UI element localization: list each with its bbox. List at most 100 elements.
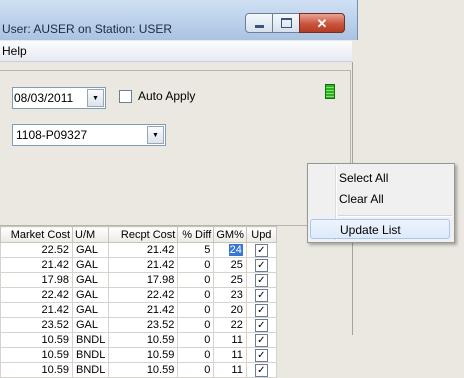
window-title: User: AUSER on Station: USER	[2, 22, 173, 36]
minimize-button[interactable]	[245, 13, 273, 33]
um-cell[interactable]: BNDL	[71, 362, 110, 378]
maximize-button[interactable]	[272, 13, 300, 33]
maximize-icon	[280, 18, 292, 28]
recpt-cost-cell[interactable]: 21.42	[108, 257, 179, 273]
pct-diff-cell[interactable]: 0	[177, 257, 215, 273]
col-market-cost[interactable]: Market Cost	[0, 226, 73, 243]
chevron-down-icon[interactable]: ▼	[87, 89, 104, 107]
gm-cell[interactable]: 25	[213, 257, 247, 273]
upd-cell[interactable]: ✓	[245, 347, 277, 363]
pct-diff-cell[interactable]: 0	[177, 287, 215, 303]
auto-apply-checkbox[interactable]: Auto Apply	[119, 89, 195, 103]
upd-cell[interactable]: ✓	[245, 287, 277, 303]
update-checkbox[interactable]: ✓	[254, 274, 268, 287]
upd-cell[interactable]: ✓	[245, 362, 277, 378]
menu-item-clear-all[interactable]: Clear All	[310, 189, 450, 209]
filter-group: 08/03/2011 ▼ Auto Apply 1108-P09327 ▼	[0, 70, 351, 226]
update-checkbox[interactable]: ✓	[254, 304, 268, 317]
table-row[interactable]: 10.59 BNDL 10.59 0 11 ✓	[0, 362, 277, 378]
caption-buttons: ✕	[245, 13, 345, 33]
market-cost-cell[interactable]: 10.59	[0, 362, 73, 378]
upd-cell[interactable]: ✓	[245, 302, 277, 318]
recpt-cost-cell[interactable]: 10.59	[108, 362, 179, 378]
gm-cell[interactable]: 20	[213, 302, 247, 318]
upd-cell[interactable]: ✓	[245, 242, 277, 258]
col-gm[interactable]: GM%	[213, 226, 247, 243]
col-um[interactable]: U/M	[71, 226, 110, 243]
context-menu: Select All Clear All Update List	[307, 163, 455, 243]
date-picker[interactable]: 08/03/2011 ▼	[12, 87, 106, 109]
receipt-grid: Market Cost U/M Recpt Cost % Diff GM% Up…	[0, 226, 277, 378]
grid-header-row: Market Cost U/M Recpt Cost % Diff GM% Up…	[0, 226, 277, 243]
menu-help[interactable]: Help	[2, 44, 27, 58]
update-checkbox[interactable]: ✓	[254, 289, 268, 302]
gm-cell[interactable]: 11	[213, 362, 247, 378]
close-icon: ✕	[316, 15, 328, 31]
pct-diff-cell[interactable]: 0	[177, 347, 215, 363]
table-row[interactable]: 17.98 GAL 17.98 0 25 ✓	[0, 272, 277, 288]
col-upd[interactable]: Upd	[245, 226, 277, 243]
um-cell[interactable]: GAL	[71, 257, 110, 273]
recpt-cost-cell[interactable]: 10.59	[108, 347, 179, 363]
um-cell[interactable]: GAL	[71, 287, 110, 303]
table-row[interactable]: 22.42 GAL 22.42 0 23 ✓	[0, 287, 277, 303]
um-cell[interactable]: GAL	[71, 272, 110, 288]
um-cell[interactable]: GAL	[71, 302, 110, 318]
update-checkbox[interactable]: ✓	[254, 349, 268, 362]
update-checkbox[interactable]: ✓	[254, 334, 268, 347]
auto-apply-box[interactable]	[119, 89, 132, 103]
date-value: 08/03/2011	[14, 91, 74, 105]
recpt-cost-cell[interactable]: 22.42	[108, 287, 179, 303]
market-cost-cell[interactable]: 17.98	[0, 272, 73, 288]
menu-item-update-list[interactable]: Update List	[310, 219, 450, 239]
gm-cell[interactable]: 24	[213, 242, 247, 258]
table-row[interactable]: 23.52 GAL 23.52 0 22 ✓	[0, 317, 277, 333]
market-cost-cell[interactable]: 23.52	[0, 317, 73, 333]
pct-diff-cell[interactable]: 0	[177, 362, 215, 378]
recpt-cost-cell[interactable]: 23.52	[108, 317, 179, 333]
menu-item-select-all[interactable]: Select All	[310, 168, 450, 188]
pct-diff-cell[interactable]: 5	[177, 242, 215, 258]
market-cost-cell[interactable]: 22.42	[0, 287, 73, 303]
gm-cell[interactable]: 23	[213, 287, 247, 303]
menu-separator	[338, 215, 452, 217]
table-row[interactable]: 21.42 GAL 21.42 0 20 ✓	[0, 302, 277, 318]
menu-bar: Help	[0, 41, 352, 62]
table-row[interactable]: 10.59 BNDL 10.59 0 11 ✓	[0, 347, 277, 363]
market-cost-cell[interactable]: 10.59	[0, 347, 73, 363]
recpt-cost-cell[interactable]: 17.98	[108, 272, 179, 288]
um-cell[interactable]: GAL	[71, 317, 110, 333]
update-checkbox[interactable]: ✓	[254, 259, 268, 272]
pct-diff-cell[interactable]: 0	[177, 317, 215, 333]
gm-cell[interactable]: 25	[213, 272, 247, 288]
gm-edit-selection[interactable]: 24	[228, 244, 243, 256]
um-cell[interactable]: GAL	[71, 242, 110, 258]
table-row[interactable]: 22.52 GAL 21.42 5 24 ✓	[0, 242, 277, 258]
gm-cell[interactable]: 22	[213, 317, 247, 333]
main-panel: 08/03/2011 ▼ Auto Apply 1108-P09327 ▼ Ma…	[0, 62, 353, 378]
upd-cell[interactable]: ✓	[245, 257, 277, 273]
upd-cell[interactable]: ✓	[245, 272, 277, 288]
minimize-icon	[254, 24, 264, 28]
col-recpt-cost[interactable]: Recpt Cost	[108, 226, 179, 243]
update-checkbox[interactable]: ✓	[254, 364, 268, 377]
market-cost-cell[interactable]: 21.42	[0, 257, 73, 273]
pct-diff-cell[interactable]: 0	[177, 302, 215, 318]
market-cost-cell[interactable]: 21.42	[0, 302, 73, 318]
col-pct-diff[interactable]: % Diff	[177, 226, 215, 243]
update-checkbox[interactable]: ✓	[254, 244, 268, 257]
gm-cell[interactable]: 11	[213, 347, 247, 363]
auto-apply-label: Auto Apply	[138, 89, 196, 103]
title-bar: User: AUSER on Station: USER ✕	[0, 0, 358, 40]
chevron-down-icon[interactable]: ▼	[147, 126, 164, 144]
close-button[interactable]: ✕	[299, 13, 345, 33]
upd-cell[interactable]: ✓	[245, 317, 277, 333]
table-row[interactable]: 21.42 GAL 21.42 0 25 ✓	[0, 257, 277, 273]
market-cost-cell[interactable]: 22.52	[0, 242, 73, 258]
um-cell[interactable]: BNDL	[71, 347, 110, 363]
pct-diff-cell[interactable]: 0	[177, 272, 215, 288]
recpt-cost-cell[interactable]: 21.42	[108, 302, 179, 318]
recpt-cost-cell[interactable]: 21.42	[108, 242, 179, 258]
po-select[interactable]: 1108-P09327 ▼	[12, 124, 166, 146]
update-checkbox[interactable]: ✓	[254, 319, 268, 332]
